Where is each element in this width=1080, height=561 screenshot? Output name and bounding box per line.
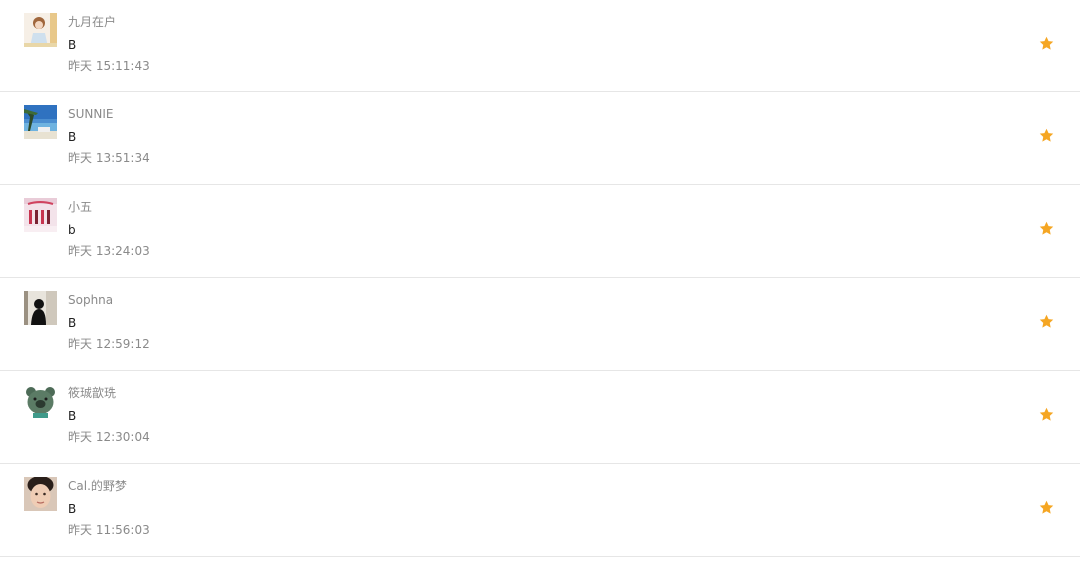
message-time: 昨天 15:11:43 (68, 59, 150, 73)
message-row[interactable]: 筱珹歆珗 B 昨天 12:30:04 (0, 371, 1080, 464)
message-time: 昨天 11:56:03 (68, 523, 150, 537)
message-text: B (68, 316, 77, 330)
star-icon[interactable] (1038, 127, 1055, 144)
message-text: b (68, 223, 76, 237)
message-text: B (68, 409, 77, 423)
message-row[interactable]: SUNNIE B 昨天 13:51:34 (0, 92, 1080, 185)
avatar[interactable] (24, 198, 57, 232)
star-icon[interactable] (1038, 35, 1055, 52)
star-icon[interactable] (1038, 406, 1055, 423)
girl-illustration-icon (24, 13, 57, 47)
message-time: 昨天 13:24:03 (68, 244, 150, 258)
message-time: 昨天 13:51:34 (68, 151, 150, 165)
message-text: B (68, 502, 77, 516)
sender-name[interactable]: 九月在户 (68, 13, 116, 31)
message-list: 九月在户 B 昨天 15:11:43 SUNNIE B 昨天 13:51:34 (0, 0, 1080, 557)
pink-photo-icon (24, 198, 57, 232)
star-icon[interactable] (1038, 313, 1055, 330)
star-icon[interactable] (1038, 220, 1055, 237)
avatar[interactable] (24, 13, 57, 47)
silhouette-photo-icon (24, 291, 57, 325)
sender-name[interactable]: 筱珹歆珗 (68, 384, 116, 402)
message-time: 昨天 12:30:04 (68, 430, 150, 444)
avatar[interactable] (24, 291, 57, 325)
beach-photo-icon (24, 105, 57, 139)
message-row[interactable]: Cal.的野梦 B 昨天 11:56:03 (0, 464, 1080, 557)
message-row[interactable]: 小五 b 昨天 13:24:03 (0, 185, 1080, 278)
avatar[interactable] (24, 477, 57, 511)
avatar[interactable] (24, 105, 57, 139)
face-photo-icon (24, 477, 57, 511)
sender-name[interactable]: SUNNIE (68, 105, 113, 123)
avatar[interactable] (24, 384, 57, 418)
message-text: B (68, 130, 77, 144)
star-icon[interactable] (1038, 499, 1055, 516)
sender-name[interactable]: Sophna (68, 291, 113, 309)
message-text: B (68, 38, 77, 52)
sender-name[interactable]: 小五 (68, 198, 92, 216)
green-creature-icon (24, 384, 57, 418)
sender-name[interactable]: Cal.的野梦 (68, 477, 127, 495)
message-time: 昨天 12:59:12 (68, 337, 150, 351)
message-row[interactable]: 九月在户 B 昨天 15:11:43 (0, 0, 1080, 92)
message-row[interactable]: Sophna B 昨天 12:59:12 (0, 278, 1080, 371)
